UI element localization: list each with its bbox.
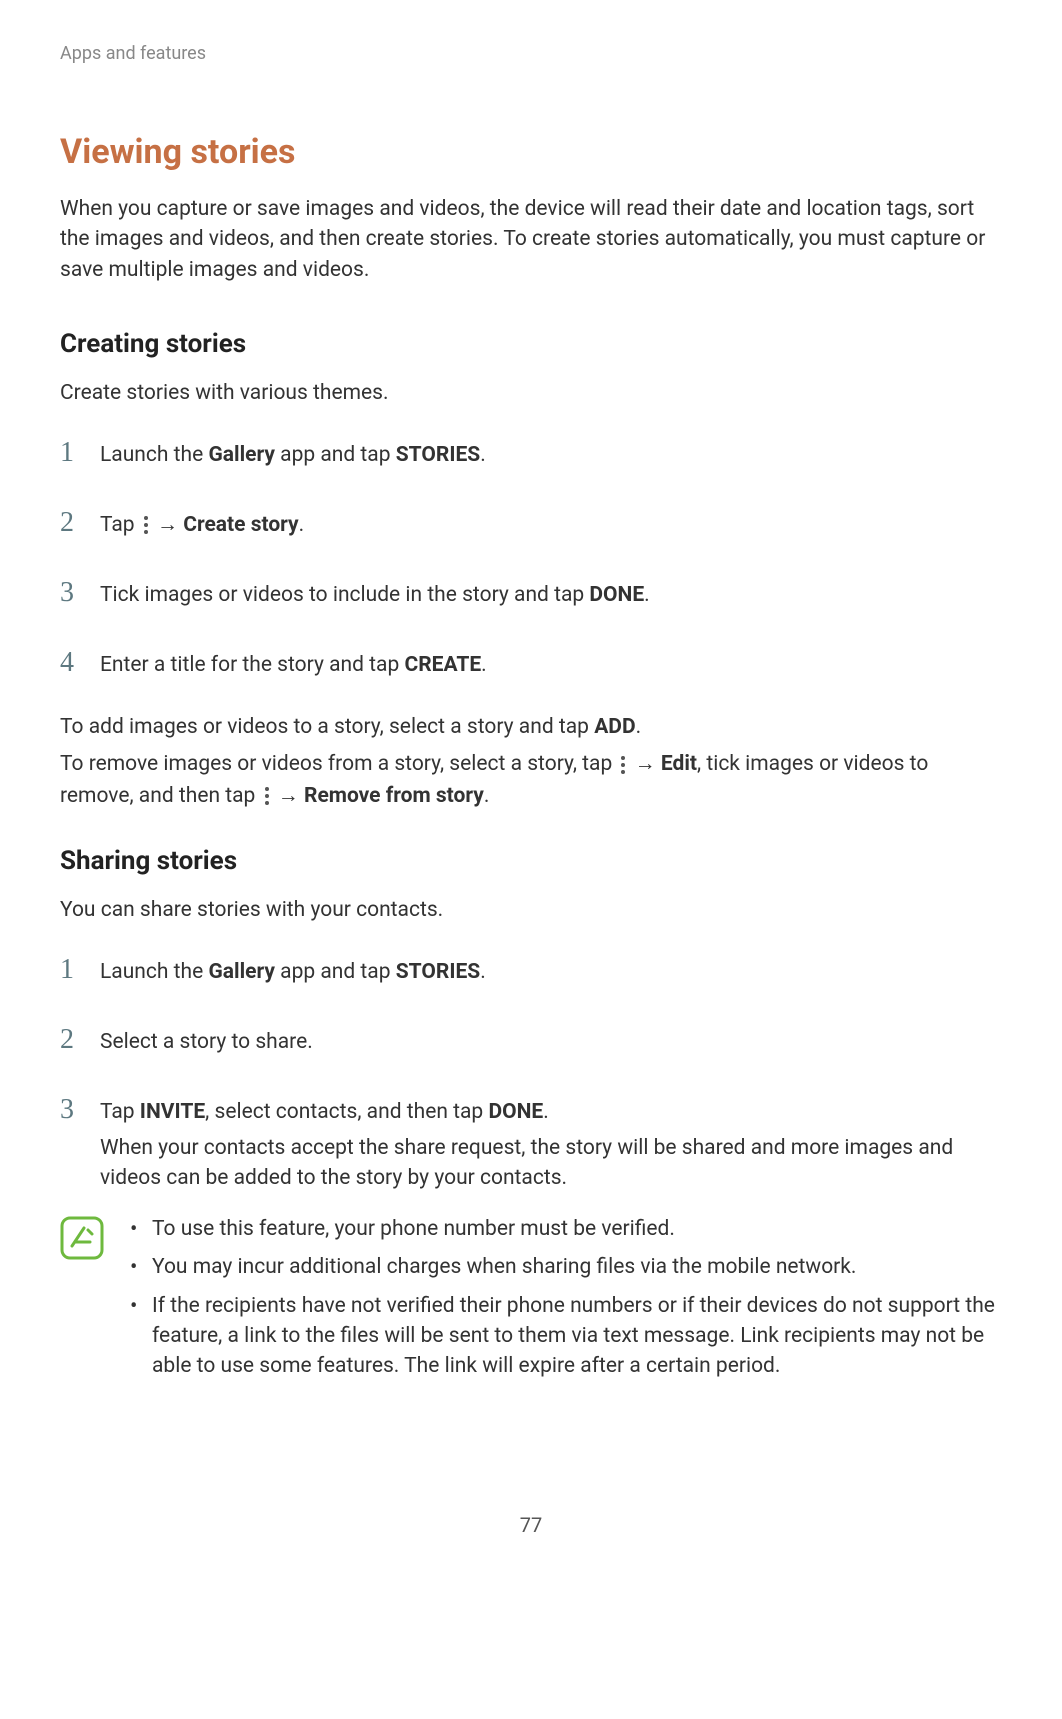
page-title: Viewing stories xyxy=(60,127,1002,178)
step-text: Tick images or videos to include in the … xyxy=(100,580,1002,612)
more-options-icon xyxy=(263,786,271,806)
step-text: Select a story to share. xyxy=(100,1027,1002,1059)
note-item: If the recipients have not verified thei… xyxy=(124,1291,1002,1382)
step-4: 4 Enter a title for the story and tap CR… xyxy=(60,642,1002,684)
intro-paragraph: When you capture or save images and vide… xyxy=(60,194,1002,285)
add-note: To add images or videos to a story, sele… xyxy=(60,712,1002,744)
step-2: 2 Tap → Create story. xyxy=(60,502,1002,544)
step-text: Launch the Gallery app and tap STORIES. xyxy=(100,957,1002,989)
step-number: 4 xyxy=(60,642,100,684)
page-number: 77 xyxy=(60,1510,1002,1540)
section-header: Apps and features xyxy=(60,40,1002,67)
step-number: 3 xyxy=(60,1089,100,1131)
step-text: Launch the Gallery app and tap STORIES. xyxy=(100,440,1002,472)
more-options-icon xyxy=(619,755,627,775)
step-text: Tap → Create story. xyxy=(100,510,1002,542)
note-item: To use this feature, your phone number m… xyxy=(124,1214,1002,1244)
creating-stories-intro: Create stories with various themes. xyxy=(60,378,1002,410)
step-text: Enter a title for the story and tap CREA… xyxy=(100,650,1002,682)
share-step-2: 2 Select a story to share. xyxy=(60,1019,1002,1061)
step-text: Tap INVITE, select contacts, and then ta… xyxy=(100,1097,1002,1129)
share-step-3: 3 Tap INVITE, select contacts, and then … xyxy=(60,1089,1002,1131)
step-number: 3 xyxy=(60,572,100,614)
share-step-1: 1 Launch the Gallery app and tap STORIES… xyxy=(60,949,1002,991)
more-options-icon xyxy=(142,515,150,535)
step-number: 2 xyxy=(60,502,100,544)
share-step-3-sub: When your contacts accept the share requ… xyxy=(100,1133,1002,1194)
sharing-stories-title: Sharing stories xyxy=(60,842,1002,881)
sharing-stories-intro: You can share stories with your contacts… xyxy=(60,895,1002,927)
note-block: To use this feature, your phone number m… xyxy=(60,1214,1002,1390)
note-list: To use this feature, your phone number m… xyxy=(124,1214,1002,1390)
step-number: 1 xyxy=(60,949,100,991)
note-item: You may incur additional charges when sh… xyxy=(124,1252,1002,1282)
note-icon xyxy=(60,1216,104,1267)
remove-note: To remove images or videos from a story,… xyxy=(60,749,1002,812)
step-1: 1 Launch the Gallery app and tap STORIES… xyxy=(60,432,1002,474)
creating-stories-title: Creating stories xyxy=(60,325,1002,364)
step-number: 2 xyxy=(60,1019,100,1061)
step-3: 3 Tick images or videos to include in th… xyxy=(60,572,1002,614)
step-number: 1 xyxy=(60,432,100,474)
